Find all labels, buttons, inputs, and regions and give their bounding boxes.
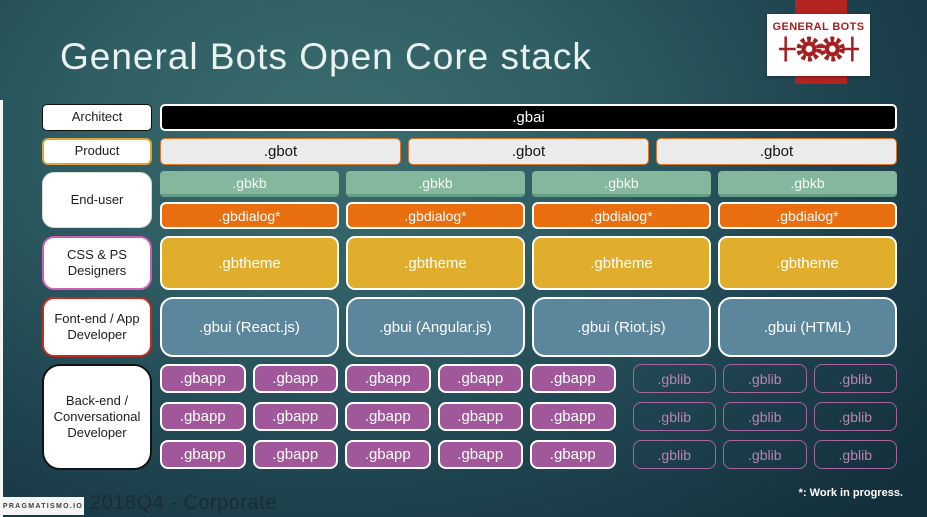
general-bots-logo: GENERAL BOTS bbox=[767, 14, 870, 76]
gbapp-box: .gbapp bbox=[252, 364, 338, 393]
role-label-end-user: End-user bbox=[42, 172, 152, 228]
role-label-architect: Architect bbox=[42, 104, 152, 131]
row-gbapp-2: .gbapp .gbapp .gbapp .gbapp .gbapp .gbli… bbox=[160, 402, 897, 431]
gbkb-box: .gbkb bbox=[718, 171, 897, 197]
pragmatismo-logo: PRAGMATISMO.IO bbox=[2, 497, 84, 515]
gbdialog-box: .gbdialog* bbox=[160, 202, 339, 229]
gbtheme-box: .gbtheme bbox=[346, 236, 525, 290]
logo-brand-text: GENERAL BOTS bbox=[772, 21, 865, 33]
gbui-html-box: .gbui (HTML) bbox=[718, 297, 897, 357]
row-gbdialog: .gbdialog* .gbdialog* .gbdialog* .gbdial… bbox=[160, 202, 897, 229]
gbapp-box: .gbapp bbox=[437, 440, 523, 469]
gbapp-box: .gbapp bbox=[437, 402, 523, 431]
page-title: General Bots Open Core stack bbox=[60, 36, 592, 77]
gbapp-box: .gbapp bbox=[530, 440, 616, 469]
gbapp-box: .gbapp bbox=[160, 364, 246, 393]
gbui-angular-box: .gbui (Angular.js) bbox=[346, 297, 525, 357]
left-edge-accent bbox=[0, 100, 3, 517]
row-gbkb: .gbkb .gbkb .gbkb .gbkb bbox=[160, 171, 897, 197]
role-label-product: Product bbox=[42, 138, 152, 165]
gbapp-box: .gbapp bbox=[252, 440, 338, 469]
gbtheme-box: .gbtheme bbox=[532, 236, 711, 290]
gblib-box: .gblib bbox=[813, 402, 897, 431]
gbtheme-box: .gbtheme bbox=[160, 236, 339, 290]
role-label-backend-conversational-developer: Back-end / Conversational Developer bbox=[42, 364, 152, 470]
gbkb-box: .gbkb bbox=[532, 171, 711, 197]
gblib-box: .gblib bbox=[813, 440, 897, 469]
gbapp-box: .gbapp bbox=[530, 364, 616, 393]
gbdialog-box: .gbdialog* bbox=[532, 202, 711, 229]
gblib-box: .gblib bbox=[632, 402, 716, 431]
gbdialog-box: .gbdialog* bbox=[718, 202, 897, 229]
role-label-css-ps-designers: CSS & PS Designers bbox=[42, 236, 152, 290]
row-gbtheme: .gbtheme .gbtheme .gbtheme .gbtheme bbox=[160, 236, 897, 290]
gbkb-box: .gbkb bbox=[346, 171, 525, 197]
gbapp-box: .gbapp bbox=[345, 440, 431, 469]
gbot-box: .gbot bbox=[160, 138, 401, 165]
role-label-frontend-app-developer: Font-end / App Developer bbox=[42, 297, 152, 357]
gblib-box: .gblib bbox=[632, 364, 716, 393]
gbot-box: .gbot bbox=[408, 138, 649, 165]
gbdialog-box: .gbdialog* bbox=[346, 202, 525, 229]
gbapp-box: .gbapp bbox=[345, 364, 431, 393]
gbapp-box: .gbapp bbox=[160, 440, 246, 469]
gblib-box: .gblib bbox=[723, 402, 807, 431]
gears-icon bbox=[777, 34, 861, 69]
row-gbui: .gbui (React.js) .gbui (Angular.js) .gbu… bbox=[160, 297, 897, 357]
row-gbapp-3: .gbapp .gbapp .gbapp .gbapp .gbapp .gbli… bbox=[160, 440, 897, 469]
row-gbot: .gbot .gbot .gbot bbox=[160, 138, 897, 165]
gbapp-box: .gbapp bbox=[530, 402, 616, 431]
gbtheme-box: .gbtheme bbox=[718, 236, 897, 290]
gbapp-box: .gbapp bbox=[437, 364, 523, 393]
gbui-react-box: .gbui (React.js) bbox=[160, 297, 339, 357]
gbui-riot-box: .gbui (Riot.js) bbox=[532, 297, 711, 357]
gbapp-box: .gbapp bbox=[252, 402, 338, 431]
gblib-box: .gblib bbox=[632, 440, 716, 469]
gblib-box: .gblib bbox=[723, 364, 807, 393]
gblib-box: .gblib bbox=[723, 440, 807, 469]
work-in-progress-note: *: Work in progress. bbox=[798, 487, 903, 499]
gbot-box: .gbot bbox=[656, 138, 897, 165]
slide-caption: 2018Q4 - Corporate bbox=[90, 492, 277, 514]
slide: General Bots Open Core stack GENERAL BOT… bbox=[0, 0, 927, 517]
gblib-box: .gblib bbox=[813, 364, 897, 393]
gbapp-box: .gbapp bbox=[160, 402, 246, 431]
gbai-box: .gbai bbox=[160, 104, 897, 131]
gbapp-box: .gbapp bbox=[345, 402, 431, 431]
row-gbai: .gbai bbox=[160, 104, 897, 131]
row-gbapp-1: .gbapp .gbapp .gbapp .gbapp .gbapp .gbli… bbox=[160, 364, 897, 393]
gbkb-box: .gbkb bbox=[160, 171, 339, 197]
